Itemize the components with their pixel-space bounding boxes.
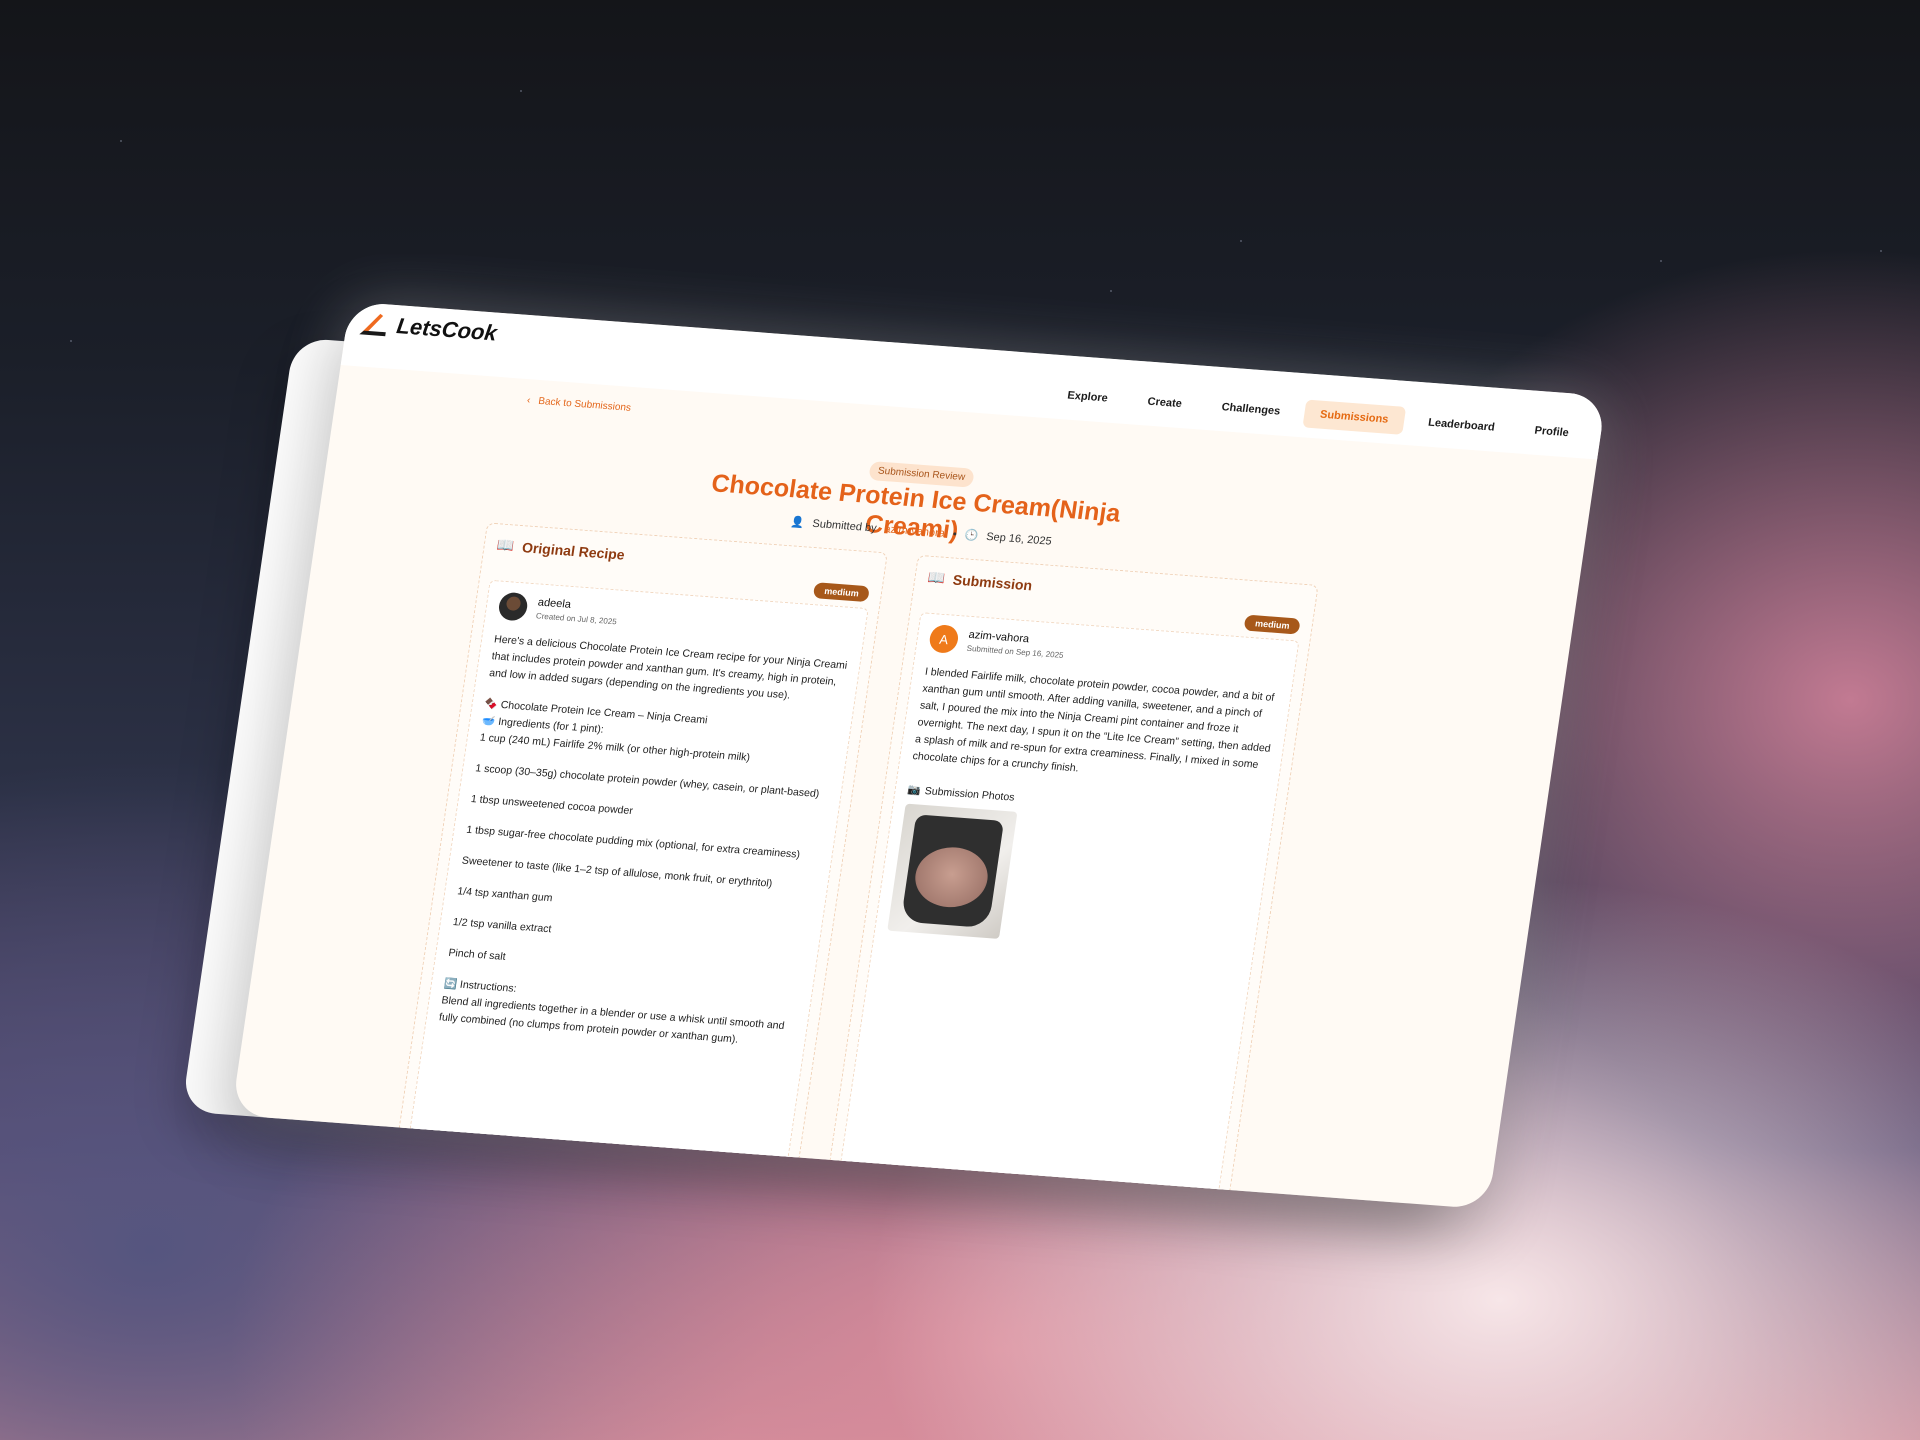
back-link-label: Back to Submissions: [537, 395, 632, 414]
original-recipe-card: adeela Created on Jul 8, 2025 Here's a d…: [408, 579, 869, 1168]
top-navigation-bar: LetsCook Explore Create Challenges Submi…: [340, 301, 1607, 460]
nav-leaderboard[interactable]: Leaderboard: [1410, 408, 1512, 443]
app-window: LetsCook Explore Create Challenges Submi…: [231, 301, 1607, 1210]
nav-submissions[interactable]: Submissions: [1302, 399, 1407, 435]
submission-heading: Submission: [951, 571, 1034, 593]
main-nav: Explore Create Challenges Submissions Le…: [1049, 380, 1586, 448]
nav-challenges[interactable]: Challenges: [1204, 392, 1298, 427]
submission-card: A azim-vahora Submitted on Sep 16, 2025 …: [838, 612, 1300, 1201]
clock-icon: 🕒: [963, 529, 980, 543]
nav-explore[interactable]: Explore: [1049, 380, 1125, 413]
back-to-submissions-link[interactable]: ‹ Back to Submissions: [526, 395, 631, 414]
submission-text: I blended Fairlife milk, chocolate prote…: [911, 665, 1276, 775]
submission-panel: 📖 Submission medium A azim-vahora Submit…: [827, 554, 1319, 1202]
avatar: A: [927, 624, 960, 654]
original-recipe-heading: Original Recipe: [521, 538, 626, 563]
difficulty-badge: medium: [813, 582, 870, 603]
camera-icon: 📷: [906, 783, 922, 797]
created-date: Created on Jul 8, 2025: [535, 611, 618, 627]
nav-create[interactable]: Create: [1130, 387, 1200, 420]
nav-profile[interactable]: Profile: [1517, 416, 1587, 449]
brand-name: LetsCook: [395, 313, 499, 346]
book-icon: 📖: [495, 536, 516, 554]
bowl-icon: 🥣: [481, 714, 500, 728]
book-icon: 📖: [926, 568, 947, 586]
refresh-icon: 🔄: [443, 977, 461, 991]
logo[interactable]: LetsCook: [357, 310, 499, 346]
chevron-left-icon: ‹: [526, 395, 532, 407]
user-icon: 👤: [789, 516, 806, 530]
difficulty-badge: medium: [1244, 614, 1301, 635]
separator-dot: •: [952, 527, 958, 541]
logo-icon: [359, 313, 386, 337]
avatar: [497, 591, 530, 622]
ice-cream-icon: 🍫: [483, 697, 502, 711]
recipe-body: Here's a delicious Chocolate Protein Ice…: [438, 631, 849, 1052]
submission-photo[interactable]: [887, 803, 1018, 939]
original-recipe-panel: 📖 Original Recipe medium adeela Created …: [397, 522, 888, 1170]
